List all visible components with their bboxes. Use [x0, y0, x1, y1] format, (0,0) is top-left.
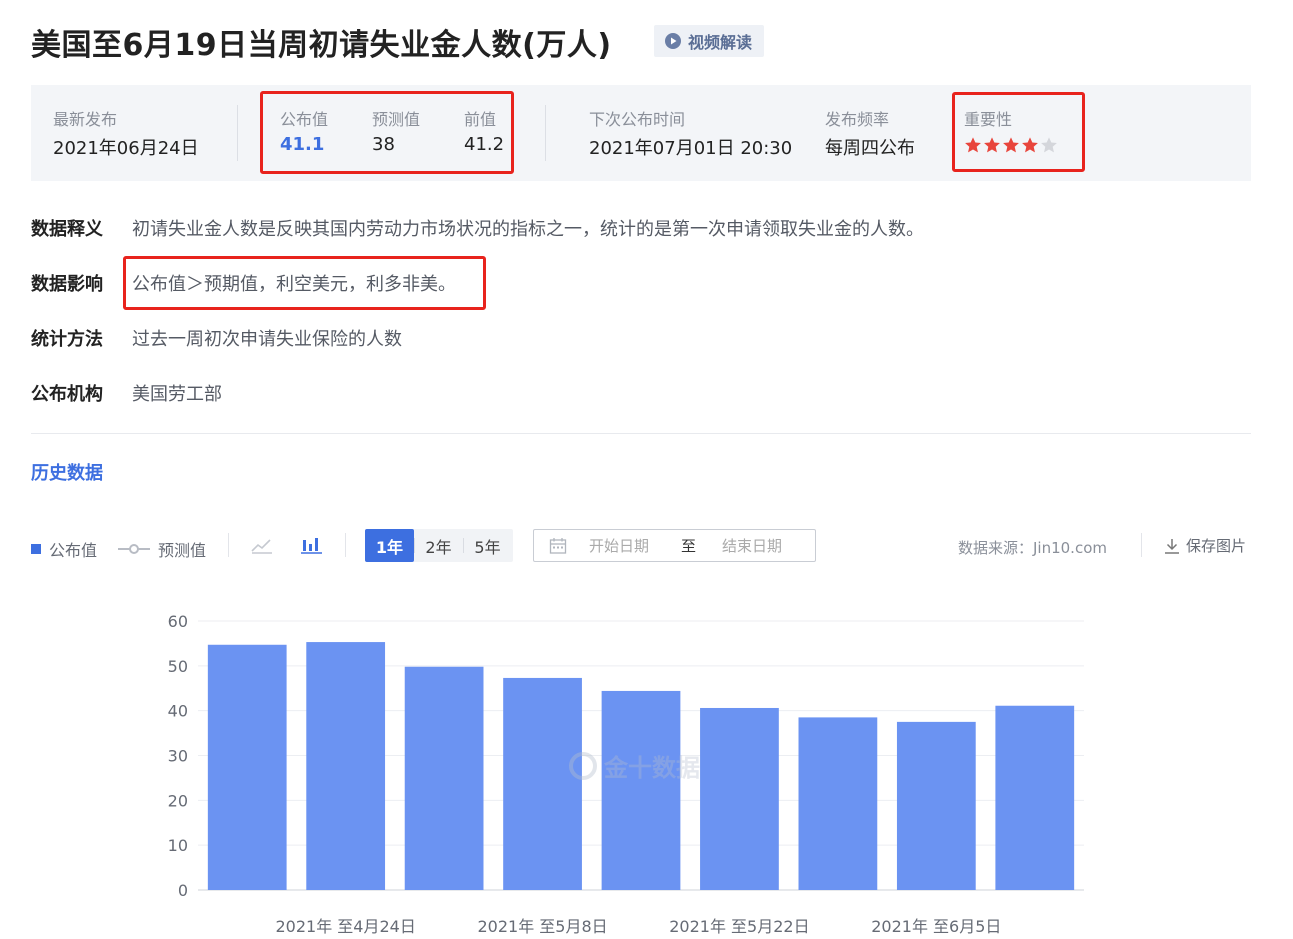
detail-value: 初请失业金人数是反映其国内劳动力市场状况的指标之一，统计的是第一次申请领取失业金… [132, 219, 924, 240]
page-title: 美国至6月19日当周初请失业金人数(万人) [31, 28, 612, 63]
chart-bar[interactable] [700, 707, 779, 890]
detail-row-agency: 公布机构 美国劳工部 [31, 380, 222, 406]
detail-key: 数据影响 [31, 274, 103, 295]
frequency-value: 每周四公布 [825, 138, 915, 159]
y-tick-label: 30 [168, 747, 188, 766]
chart-bar[interactable] [995, 705, 1075, 890]
range-separator: 至 [681, 537, 697, 555]
video-button-label: 视频解读 [688, 33, 753, 52]
period-1y-button[interactable]: 1年 [365, 529, 414, 562]
y-tick-label: 40 [168, 702, 188, 721]
line-chart-icon[interactable] [251, 536, 273, 554]
period-selector: 1年 2年 5年 [365, 529, 513, 562]
detail-key: 统计方法 [31, 329, 103, 350]
chart-bar[interactable] [207, 644, 287, 890]
save-image-button[interactable]: 保存图片 [1163, 535, 1246, 556]
y-tick-label: 20 [168, 791, 188, 810]
legend-square-icon [31, 544, 41, 554]
watermark: 金十数据 [568, 748, 700, 783]
info-divider [237, 105, 238, 161]
legend-forecast[interactable]: 预测值 [118, 537, 206, 561]
detail-key: 公布机构 [31, 384, 103, 405]
section-divider [31, 433, 1251, 434]
period-5y-button[interactable]: 5年 [463, 529, 512, 562]
watermark-text: 金十数据 [604, 754, 700, 782]
latest-release-value: 2021年06月24日 [53, 138, 199, 159]
end-date-input[interactable] [720, 535, 809, 556]
watermark-logo-icon [569, 751, 597, 780]
y-tick-label: 10 [168, 836, 188, 855]
x-tick-label: 2021年 至5月8日 [477, 917, 607, 936]
detail-key: 数据释义 [31, 219, 103, 240]
history-section-title: 历史数据 [31, 463, 103, 484]
detail-value: 过去一周初次申请失业保险的人数 [132, 329, 402, 350]
next-release-label: 下次公布时间 [589, 110, 686, 129]
save-image-label: 保存图片 [1186, 537, 1247, 555]
date-range-picker: 至 [533, 529, 816, 562]
detail-value: 美国劳工部 [132, 384, 222, 405]
legend-forecast-label: 预测值 [158, 541, 207, 560]
data-source: 数据来源：Jin10.com [958, 539, 1107, 557]
toolbar-divider [228, 533, 229, 557]
highlight-box-importance [952, 92, 1085, 172]
legend-actual-label: 公布值 [49, 541, 98, 560]
next-release-value: 2021年07月01日 20:30 [589, 138, 793, 159]
detail-row-impact: 数据影响 公布值＞预期值，利空美元，利多非美。 [31, 270, 456, 296]
detail-row-definition: 数据释义 初请失业金人数是反映其国内劳动力市场状况的指标之一，统计的是第一次申请… [31, 215, 924, 241]
chart-bar[interactable] [896, 721, 976, 890]
highlight-box-values [260, 91, 514, 174]
chart-bar[interactable] [306, 642, 386, 890]
latest-release-label: 最新发布 [53, 110, 118, 129]
video-interpretation-button[interactable]: 视频解读 [654, 25, 764, 57]
chart-bar[interactable] [798, 717, 878, 890]
chart-bar[interactable] [601, 690, 681, 890]
x-tick-label: 2021年 至5月22日 [669, 917, 809, 936]
detail-value: 公布值＞预期值，利空美元，利多非美。 [132, 274, 456, 295]
chart-bar[interactable] [404, 666, 484, 890]
y-tick-label: 50 [168, 657, 188, 676]
chart-bar[interactable] [503, 677, 582, 890]
detail-row-method: 统计方法 过去一周初次申请失业保险的人数 [31, 325, 402, 351]
calendar-icon[interactable] [549, 537, 567, 555]
play-icon [665, 33, 681, 49]
download-icon [1165, 538, 1179, 554]
period-2y-button[interactable]: 2年 [414, 529, 463, 562]
legend-line-icon [118, 544, 150, 554]
frequency-label: 发布频率 [825, 110, 890, 129]
toolbar-divider [345, 533, 346, 557]
start-date-input[interactable] [587, 535, 675, 556]
info-divider [545, 105, 546, 161]
y-tick-label: 60 [168, 612, 188, 631]
y-tick-label: 0 [178, 881, 188, 900]
x-tick-label: 2021年 至4月24日 [275, 917, 415, 936]
bar-chart-icon[interactable] [301, 536, 323, 554]
toolbar-divider [1141, 533, 1142, 557]
legend-actual[interactable]: 公布值 [31, 537, 97, 561]
x-tick-label: 2021年 至6月5日 [871, 917, 1001, 936]
